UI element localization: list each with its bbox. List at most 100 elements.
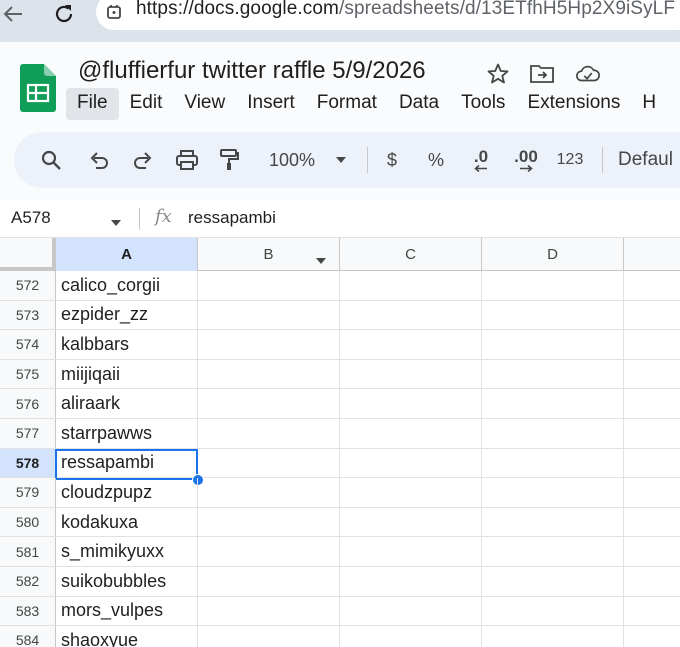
row-header[interactable]: 580 [0,507,56,537]
row-header[interactable]: 573 [0,300,56,330]
cell-c[interactable] [340,626,482,647]
menu-tools[interactable]: Tools [450,88,516,120]
cell-e[interactable] [624,301,680,330]
row-header[interactable]: 578 [0,448,56,478]
row-header[interactable]: 574 [0,330,56,359]
cell-d[interactable] [482,330,624,359]
menu-edit[interactable]: Edit [119,88,174,120]
cloud-saved-icon[interactable] [575,62,601,86]
cell-e[interactable] [624,567,680,596]
select-all-corner[interactable] [0,238,56,271]
cell-b[interactable] [198,507,340,537]
cell-a[interactable]: kodakuxa [56,507,198,537]
formula-input[interactable]: ressapambi [188,208,276,228]
column-header-a[interactable]: A [56,238,198,271]
cell-c[interactable] [340,507,482,537]
menu-data[interactable]: Data [388,88,450,120]
cell-d[interactable] [482,596,624,626]
paint-format-icon[interactable] [214,132,244,188]
cell-b[interactable] [198,448,340,478]
menu-extensions[interactable]: Extensions [516,88,631,120]
column-menu-dropdown-icon[interactable] [315,252,327,269]
cell-a[interactable]: ezpider_zz [56,300,198,330]
cell-a[interactable]: mors_vulpes [56,596,198,626]
cell-c[interactable] [340,478,482,507]
cell-a[interactable]: miijiqaii [56,359,198,389]
cell-a[interactable]: cloudzpupz [56,478,198,507]
cell-d[interactable] [482,567,624,596]
cell-a[interactable]: shaoxyue [56,626,198,647]
decrease-decimal-button[interactable]: .0 [464,132,498,188]
cell-b[interactable] [198,537,340,566]
cell-d[interactable] [482,271,624,300]
cell-c[interactable] [340,330,482,359]
cell-e[interactable] [624,537,680,566]
cell-c[interactable] [340,271,482,300]
search-menus-icon[interactable] [36,132,66,188]
cell-b[interactable] [198,626,340,647]
cell-d[interactable] [482,537,624,566]
cell-a[interactable]: aliraark [56,389,198,418]
row-header[interactable]: 577 [0,419,56,448]
zoom-select[interactable]: 100% [260,132,324,188]
cell-d[interactable] [482,300,624,330]
row-header[interactable]: 582 [0,567,56,596]
increase-decimal-button[interactable]: .00 [508,132,544,188]
active-cell[interactable]: ressapambi [56,448,198,478]
zoom-dropdown-icon[interactable] [332,132,350,188]
column-header-e[interactable] [624,238,680,271]
cell-d[interactable] [482,359,624,389]
undo-icon[interactable] [84,132,114,188]
cell-d[interactable] [482,448,624,478]
font-select[interactable]: Defaul [618,132,680,188]
cell-d[interactable] [482,626,624,647]
cell-b[interactable] [198,330,340,359]
cell-d[interactable] [482,507,624,537]
cell-d[interactable] [482,419,624,448]
cell-e[interactable] [624,330,680,359]
row-header[interactable]: 579 [0,478,56,507]
cell-e[interactable] [624,419,680,448]
row-header[interactable]: 576 [0,389,56,418]
cell-e[interactable] [624,449,680,478]
column-header-b[interactable]: B [198,238,340,271]
name-box[interactable]: A578 [11,208,51,228]
cell-b[interactable] [198,359,340,389]
cell-b[interactable] [198,419,340,448]
row-header[interactable]: 581 [0,537,56,566]
cell-c[interactable] [340,448,482,478]
cell-e[interactable] [624,389,680,418]
cell-b[interactable] [198,300,340,330]
row-header[interactable]: 584 [0,626,56,647]
cell-e[interactable] [624,626,680,647]
cell-c[interactable] [340,389,482,418]
address-bar[interactable]: https://docs.google.com/spreadsheets/d/1… [96,0,680,30]
menu-help[interactable]: H [631,88,667,120]
cell-c[interactable] [340,537,482,566]
print-icon[interactable] [172,132,202,188]
column-header-d[interactable]: D [482,238,624,271]
cell-e[interactable] [624,478,680,507]
cell-c[interactable] [340,300,482,330]
row-header[interactable]: 583 [0,596,56,626]
cell-a[interactable]: calico_corgii [56,271,198,300]
cell-e[interactable] [624,271,680,300]
redo-icon[interactable] [128,132,158,188]
cell-e[interactable] [624,508,680,537]
site-info-icon[interactable] [104,2,124,22]
cell-c[interactable] [340,567,482,596]
cell-c[interactable] [340,419,482,448]
cell-d[interactable] [482,478,624,507]
menu-file[interactable]: File [66,88,119,120]
menu-insert[interactable]: Insert [236,88,306,120]
star-icon[interactable] [485,62,511,86]
number-format-button[interactable]: 123 [554,132,586,188]
currency-button[interactable]: $ [380,132,404,188]
row-header[interactable]: 575 [0,359,56,389]
cell-c[interactable] [340,596,482,626]
cell-b[interactable] [198,389,340,418]
cell-a[interactable]: s_mimikyuxx [56,537,198,566]
cell-a[interactable]: starrpawws [56,419,198,448]
cell-e[interactable] [624,597,680,626]
cell-e[interactable] [624,360,680,389]
